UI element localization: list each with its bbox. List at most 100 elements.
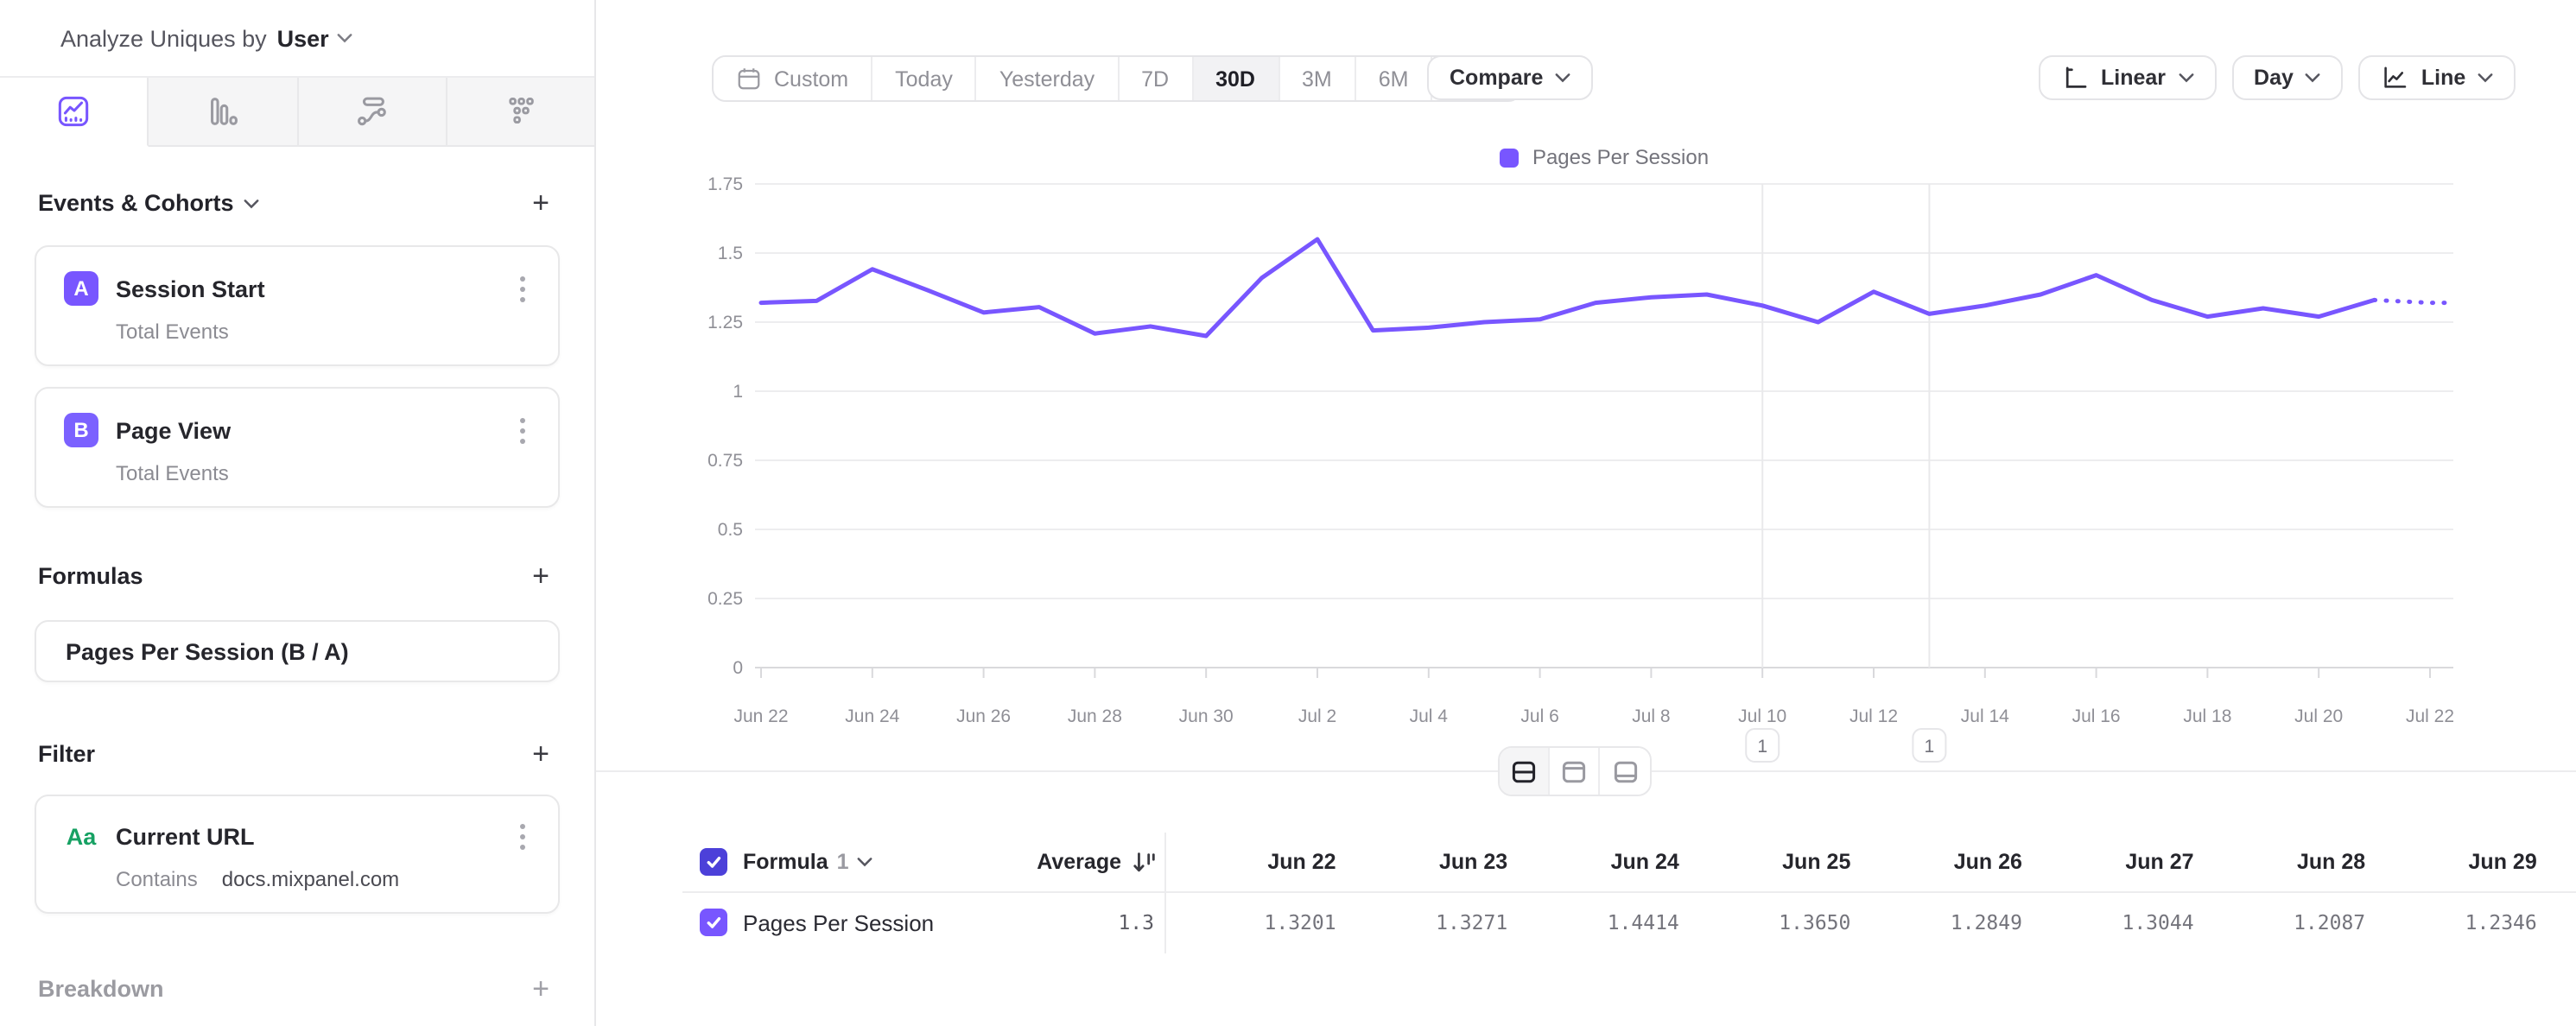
range-custom[interactable]: Custom — [714, 57, 872, 100]
formulas-section-title: Formulas — [38, 563, 143, 589]
cell-value: 1.3044 — [2022, 910, 2194, 934]
row-checkbox[interactable] — [700, 909, 727, 936]
svg-text:Jun 30: Jun 30 — [1179, 706, 1234, 726]
cell-value: 1.4414 — [1507, 910, 1679, 934]
svg-text:1: 1 — [1925, 737, 1935, 757]
results-table: Formula 1 Average Jun 22 Jun 23 Jun 24 J… — [596, 833, 2576, 953]
range-label: 30D — [1215, 66, 1255, 91]
column-header[interactable]: Jun 26 — [1850, 850, 2022, 874]
cell-value: 1.2087 — [2194, 910, 2366, 934]
select-all-checkbox[interactable] — [700, 848, 727, 876]
event-measurement-label: Total Events — [116, 461, 229, 485]
svg-text:Jul 16: Jul 16 — [2072, 706, 2121, 726]
query-builder-body: Events & Cohorts + A Session Start Total… — [0, 185, 594, 1007]
add-event-button[interactable]: + — [525, 185, 556, 221]
svg-text:1.75: 1.75 — [707, 174, 743, 194]
line-chart[interactable]: 00.250.50.7511.251.51.7511Jun 22Jun 24Ju… — [596, 138, 2576, 795]
tab-flows[interactable] — [298, 78, 447, 147]
query-builder-sidebar: Analyze Uniques by User — [0, 0, 596, 1026]
tab-funnels[interactable] — [149, 78, 299, 147]
kebab-menu-icon[interactable] — [510, 820, 534, 853]
column-header[interactable]: Jun 23 — [1336, 850, 1508, 874]
table-row-values: 1.3201 1.3271 1.4414 1.3650 1.2849 1.304… — [1164, 910, 2537, 934]
range-label: Custom — [774, 66, 848, 91]
column-header[interactable]: Jun 22 — [1164, 850, 1336, 874]
chart-type-button[interactable]: Line — [2359, 55, 2516, 100]
filter-card-current-url[interactable]: Aa Current URL Contains docs.mixpanel.co… — [35, 795, 560, 914]
column-header[interactable]: Jun 27 — [2022, 850, 2194, 874]
chart-display-controls: Linear Day Line — [2039, 55, 2516, 100]
cell-value: 1.2849 — [1850, 910, 2022, 934]
formula-card[interactable]: Pages Per Session (B / A) — [35, 620, 560, 682]
tab-insights[interactable] — [0, 78, 149, 147]
kebab-menu-icon[interactable] — [510, 414, 534, 446]
report-type-tabbar — [0, 78, 594, 147]
table-row[interactable]: Pages Per Session 1.3 1.3201 1.3271 1.44… — [596, 891, 2576, 953]
range-today[interactable]: Today — [872, 57, 977, 100]
event-card-page-view[interactable]: B Page View Total Events — [35, 387, 560, 508]
add-breakdown-button[interactable]: + — [525, 971, 556, 1007]
range-label: Yesterday — [999, 66, 1094, 91]
chart-type-label: Line — [2421, 66, 2465, 90]
svg-text:1: 1 — [1757, 737, 1767, 757]
event-measurement-label: Total Events — [116, 320, 229, 344]
svg-text:Jul 18: Jul 18 — [2183, 706, 2231, 726]
filter-section-title: Filter — [38, 741, 95, 767]
chart-only-icon — [1560, 757, 1588, 785]
kebab-menu-icon[interactable] — [510, 272, 534, 305]
svg-text:0.25: 0.25 — [707, 589, 743, 609]
range-6m[interactable]: 6M — [1356, 57, 1433, 100]
table-header-row: Formula 1 Average Jun 22 Jun 23 Jun 24 J… — [596, 833, 2576, 891]
event-measurement[interactable]: Total Events — [36, 306, 558, 368]
svg-text:1: 1 — [733, 382, 743, 402]
column-header[interactable]: Jun 29 — [2365, 850, 2537, 874]
check-icon — [705, 853, 722, 871]
average-column-header[interactable]: Average — [803, 849, 1158, 875]
chevron-down-icon — [338, 33, 353, 43]
toggle-split-view[interactable] — [1500, 748, 1550, 795]
range-7d[interactable]: 7D — [1119, 57, 1193, 100]
report-main-area: Custom Today Yesterday 7D 30D 3M 6M 12M … — [596, 0, 2576, 1026]
scale-button[interactable]: Linear — [2039, 55, 2216, 100]
average-header-label: Average — [1037, 850, 1121, 874]
string-property-icon: Aa — [64, 824, 98, 850]
range-yesterday[interactable]: Yesterday — [977, 57, 1119, 100]
split-view-icon — [1510, 757, 1538, 785]
tab-retention[interactable] — [447, 78, 595, 147]
svg-text:1.25: 1.25 — [707, 313, 743, 332]
range-30d[interactable]: 30D — [1193, 57, 1279, 100]
filter-condition[interactable]: Contains docs.mixpanel.com — [36, 853, 558, 915]
add-filter-button[interactable]: + — [525, 736, 556, 772]
compare-button[interactable]: Compare — [1427, 55, 1593, 100]
column-header[interactable]: Jun 28 — [2194, 850, 2366, 874]
cell-value: 1.3201 — [1164, 910, 1336, 934]
event-badge-b: B — [64, 413, 98, 447]
svg-text:Jul 10: Jul 10 — [1738, 706, 1786, 726]
column-header[interactable]: Jun 24 — [1507, 850, 1679, 874]
sort-icon — [1132, 849, 1158, 875]
toggle-chart-only[interactable] — [1550, 748, 1600, 795]
flows-icon — [353, 93, 390, 130]
table-only-icon — [1611, 757, 1639, 785]
events-section-title-text: Events & Cohorts — [38, 190, 234, 216]
cell-value: 1.3650 — [1679, 910, 1851, 934]
granularity-button[interactable]: Day — [2231, 55, 2344, 100]
filter-card-row: Aa Current URL — [36, 796, 558, 853]
toggle-table-only[interactable] — [1600, 748, 1650, 795]
table-date-headers: Jun 22 Jun 23 Jun 24 Jun 25 Jun 26 Jun 2… — [1164, 850, 2537, 874]
add-formula-button[interactable]: + — [525, 558, 556, 594]
event-measurement[interactable]: Total Events — [36, 447, 558, 510]
analysis-entity-dropdown[interactable]: User — [277, 25, 329, 51]
filter-value: docs.mixpanel.com — [222, 867, 399, 891]
event-title: Page View — [116, 417, 510, 443]
range-label: 3M — [1302, 66, 1332, 91]
filter-section-header: Filter + — [38, 736, 556, 772]
chevron-down-icon — [2478, 73, 2493, 83]
svg-text:1.5: 1.5 — [718, 244, 743, 263]
svg-text:Jul 22: Jul 22 — [2406, 706, 2454, 726]
range-3m[interactable]: 3M — [1279, 57, 1356, 100]
event-badge-a: A — [64, 271, 98, 306]
column-header[interactable]: Jun 25 — [1679, 850, 1851, 874]
filter-property-name: Current URL — [116, 824, 510, 850]
event-card-session-start[interactable]: A Session Start Total Events — [35, 245, 560, 366]
